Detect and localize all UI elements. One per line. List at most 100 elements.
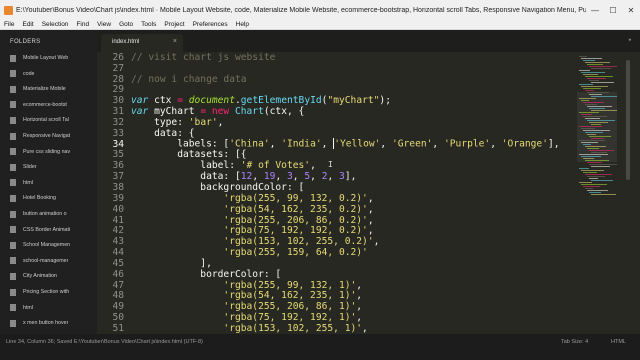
sidebar-folder-item[interactable]: Pricing Section with xyxy=(10,286,95,298)
menu-file[interactable]: File xyxy=(0,21,18,28)
minimap-line xyxy=(585,118,600,119)
sidebar-folder-item[interactable]: Responsive Navigat xyxy=(10,130,95,142)
file-icon xyxy=(10,272,16,280)
code-text: label: '# of Votes', xyxy=(131,160,316,172)
menu-project[interactable]: Project xyxy=(160,21,188,28)
sidebar-folder-item[interactable]: City Animation xyxy=(10,270,95,282)
code-text: ], xyxy=(131,257,212,269)
code-line[interactable]: 51 'rgba(153, 102, 255, 1)', xyxy=(97,323,577,334)
sublime-app-icon xyxy=(4,5,13,15)
code-line[interactable]: 42 'rgba(75, 192, 192, 0.2)', xyxy=(97,225,577,236)
sidebar-folder-item[interactable]: code xyxy=(10,68,95,80)
code-line[interactable]: 36 label: '# of Votes', xyxy=(97,160,577,171)
code-line[interactable]: 39 'rgba(255, 99, 132, 0.2)', xyxy=(97,193,577,204)
code-line[interactable]: 30 var ctx = document.getElementById("myC… xyxy=(97,95,577,106)
code-text: 'rgba(75, 192, 192, 1)', xyxy=(223,312,363,324)
code-line[interactable]: 31 var myChart = new Chart(ctx, { xyxy=(97,106,577,117)
close-button[interactable]: ✕ xyxy=(622,6,640,15)
syntax-indicator[interactable]: HTML xyxy=(611,339,626,345)
sidebar-folder-item[interactable]: school-managemer xyxy=(10,255,95,267)
code-text: // now i change data xyxy=(131,73,247,85)
file-icon xyxy=(10,101,16,109)
status-bar: Line 34, Column 36; Saved E:\Youtuber\Bo… xyxy=(0,334,640,360)
minimap-line xyxy=(585,76,613,77)
sidebar-folder-item[interactable]: Horizontal scroll Tal xyxy=(10,114,95,126)
menu-goto[interactable]: Goto xyxy=(115,21,137,28)
code-line[interactable]: 44 'rgba(255, 159, 64, 0.2)' xyxy=(97,247,577,258)
sidebar-folder-item[interactable]: x men button hover xyxy=(10,317,95,329)
minimap-line xyxy=(585,174,612,175)
menu-view[interactable]: View xyxy=(93,21,115,28)
status-position: Line 34, Column 36; Saved E:\Youtuber\Bo… xyxy=(6,339,203,345)
sidebar-folder-item[interactable]: Pure css sliding nav xyxy=(10,146,95,158)
code-line[interactable]: 40 'rgba(54, 162, 235, 0.2)', xyxy=(97,204,577,215)
code-text: 'rgba(255, 206, 86, 1)', xyxy=(223,301,363,313)
code-editor[interactable]: 26 // visit chart js website 27 28 // now i … xyxy=(97,52,577,334)
sidebar-folder-item[interactable]: School Managemen xyxy=(10,239,95,251)
sidebar-folder-item[interactable]: ecommerce-bootst xyxy=(10,99,95,111)
minimap[interactable] xyxy=(577,52,617,334)
code-line[interactable]: 43 'rgba(153, 102, 255, 0.2)', xyxy=(97,236,577,247)
code-line[interactable]: 34 labels: ['China', 'India', 'Yellow', … xyxy=(97,138,577,150)
sidebar-folder-label: Pricing Section with xyxy=(23,289,70,295)
code-line[interactable]: 49 'rgba(255, 206, 86, 1)', xyxy=(97,301,577,312)
sidebar-folder-label: school-managemer xyxy=(23,257,69,264)
tab-close-icon[interactable]: × xyxy=(173,38,177,45)
minimap-line xyxy=(585,160,609,161)
minimize-button[interactable]: — xyxy=(586,6,604,15)
menu-selection[interactable]: Selection xyxy=(38,21,73,28)
minimap-line xyxy=(589,150,614,151)
menu-find[interactable]: Find xyxy=(72,21,93,28)
code-line[interactable]: 28 // now i change data xyxy=(97,74,577,85)
sidebar-folder-item[interactable]: Materialize Mobile xyxy=(10,83,95,95)
sidebar-folder-item[interactable]: CSS Border Animati xyxy=(10,224,95,236)
code-line[interactable]: 35 datasets: [{ xyxy=(97,149,577,160)
code-line[interactable]: 38 backgroundColor: [ xyxy=(97,182,577,193)
maximize-button[interactable]: ☐ xyxy=(604,6,622,15)
minimap-line xyxy=(583,88,601,89)
code-line[interactable]: 41 'rgba(255, 206, 86, 0.2)', xyxy=(97,215,577,226)
sidebar-folder-item[interactable]: button animation o xyxy=(10,208,95,220)
tab-index-html[interactable]: index.html × xyxy=(101,34,183,52)
sidebar-folder-label: Materialize Mobile xyxy=(23,86,66,93)
minimap-line xyxy=(579,56,587,57)
menu-preferences[interactable]: Preferences xyxy=(189,21,232,28)
code-line[interactable]: 32 type: 'bar', xyxy=(97,117,577,128)
minimap-line xyxy=(579,112,599,113)
code-line[interactable]: 29 xyxy=(97,84,577,95)
code-line[interactable]: 27 xyxy=(97,63,577,74)
code-line[interactable]: 33 data: { xyxy=(97,128,577,139)
menu-edit[interactable]: Edit xyxy=(18,21,37,28)
file-icon xyxy=(10,179,16,187)
tab-dropdown-icon[interactable]: ▾ xyxy=(628,36,632,44)
minimap-line xyxy=(587,78,606,79)
line-number: 37 xyxy=(112,171,124,183)
code-line[interactable]: 26 // visit chart js website xyxy=(97,52,577,63)
minimap-line xyxy=(581,72,605,73)
sidebar-folder-item[interactable]: Hotel Booking xyxy=(10,192,95,204)
menu-tools[interactable]: Tools xyxy=(137,21,160,28)
sidebar-folder-label: School Managemen xyxy=(23,242,71,249)
minimap-line xyxy=(589,122,608,123)
sidebar-folder-item[interactable]: Mobile Layout Web xyxy=(10,52,95,64)
file-icon xyxy=(10,304,16,312)
tab-size-indicator[interactable]: Tab Size: 4 xyxy=(561,339,588,345)
minimap-line xyxy=(583,186,600,187)
text-cursor-icon: I xyxy=(328,160,333,169)
code-line[interactable]: 47 'rgba(255, 99, 132, 1)', xyxy=(97,280,577,291)
menu-help[interactable]: Help xyxy=(232,21,253,28)
line-number: 39 xyxy=(112,192,124,204)
minimap-line xyxy=(583,158,594,159)
code-line[interactable]: 45 ], xyxy=(97,258,577,269)
sidebar-folder-item[interactable]: Slider xyxy=(10,161,95,173)
sidebar-folder-label: CSS Border Animati xyxy=(23,226,71,233)
sidebar-folder-label: button animation o xyxy=(23,211,67,217)
code-line[interactable]: 50 'rgba(75, 192, 192, 1)', xyxy=(97,312,577,323)
sidebar-folder-item[interactable]: html xyxy=(10,302,95,314)
code-line[interactable]: 48 'rgba(54, 162, 235, 1)', xyxy=(97,290,577,301)
code-line[interactable]: 46 borderColor: [ xyxy=(97,269,577,280)
sidebar-folder-item[interactable]: html xyxy=(10,177,95,189)
code-line[interactable]: 37 data: [12, 19, 3, 5, 2, 3], xyxy=(97,171,577,182)
vertical-scrollbar[interactable] xyxy=(626,60,630,180)
minimap-line xyxy=(587,162,602,163)
